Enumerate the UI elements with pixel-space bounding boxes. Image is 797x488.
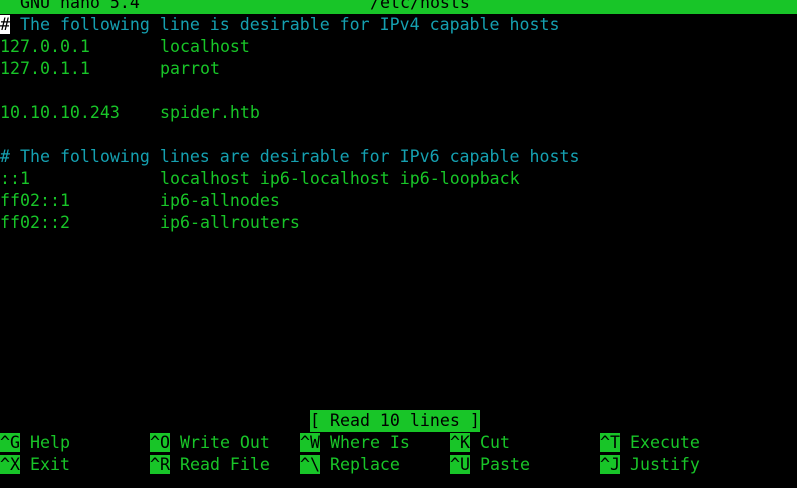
shortcut-label: Write Out	[179, 433, 270, 452]
host-name: ip6-allrouters	[160, 213, 300, 232]
shortcut-read-file[interactable]: ^R Read File	[150, 454, 270, 476]
shortcut-label: Exit	[29, 455, 70, 474]
editor-line-8[interactable]: ::1 localhost ip6-localhost ip6-loopback	[0, 168, 797, 190]
shortcut-key: ^W	[300, 433, 320, 452]
comment-text: The following line is desirable for IPv4…	[10, 15, 560, 34]
shortcut-key: ^K	[450, 433, 470, 452]
shortcut-label: Replace	[329, 455, 400, 474]
shortcut-key: ^R	[150, 455, 170, 474]
shortcut-key: ^J	[600, 455, 620, 474]
shortcut-paste[interactable]: ^U Paste	[450, 454, 530, 476]
shortcut-cut[interactable]: ^K Cut	[450, 432, 510, 454]
editor-line-1[interactable]: # The following line is desirable for IP…	[0, 14, 797, 36]
editor-line-7[interactable]: # The following lines are desirable for …	[0, 146, 797, 168]
editor-line-4[interactable]	[0, 80, 797, 102]
file-name-label: /etc/hosts	[370, 0, 470, 12]
shortcut-label: Read File	[179, 455, 270, 474]
shortcut-execute[interactable]: ^T Execute	[600, 432, 700, 454]
shortcut-key: ^U	[450, 455, 470, 474]
host-name: localhost	[160, 37, 250, 56]
shortcut-label: Justify	[629, 455, 700, 474]
editor-line-3[interactable]: 127.0.1.1 parrot	[0, 58, 797, 80]
title-bar: GNU nano 5.4 /etc/hosts	[0, 0, 797, 14]
host-ip: 127.0.0.1	[0, 37, 90, 56]
host-ip: ::1	[0, 169, 30, 188]
shortcut-label: Help	[29, 433, 70, 452]
host-name: parrot	[160, 59, 220, 78]
shortcut-label: Where Is	[329, 433, 410, 452]
shortcut-label: Execute	[629, 433, 700, 452]
host-name: spider.htb	[160, 103, 260, 122]
shortcut-label: Cut	[479, 433, 510, 452]
shortcut-key: ^\	[300, 455, 320, 474]
host-ip: ff02::2	[0, 213, 70, 232]
app-version-label: GNU nano 5.4	[20, 0, 140, 12]
comment-text: # The following lines are desirable for …	[0, 147, 580, 166]
shortcut-help[interactable]: ^G Help	[0, 432, 70, 454]
editor-line-9[interactable]: ff02::1 ip6-allnodes	[0, 190, 797, 212]
shortcut-write-out[interactable]: ^O Write Out	[150, 432, 270, 454]
host-ip: 10.10.10.243	[0, 103, 120, 122]
shortcut-label: Paste	[479, 455, 530, 474]
host-ip: 127.0.1.1	[0, 59, 90, 78]
shortcut-where-is[interactable]: ^W Where Is	[300, 432, 410, 454]
shortcut-key: ^G	[0, 433, 20, 452]
host-name: ip6-allnodes	[160, 191, 280, 210]
shortcut-key: ^O	[150, 433, 170, 452]
status-message: [ Read 10 lines ]	[310, 410, 480, 432]
editor-line-5[interactable]: 10.10.10.243 spider.htb	[0, 102, 797, 124]
text-cursor: #	[0, 15, 10, 34]
host-name: localhost ip6-localhost ip6-loopback	[160, 169, 520, 188]
shortcut-key: ^X	[0, 455, 20, 474]
editor-line-2[interactable]: 127.0.0.1 localhost	[0, 36, 797, 58]
shortcut-justify[interactable]: ^J Justify	[600, 454, 700, 476]
host-ip: ff02::1	[0, 191, 70, 210]
shortcut-exit[interactable]: ^X Exit	[0, 454, 70, 476]
editor-line-6[interactable]	[0, 124, 797, 146]
shortcut-key: ^T	[600, 433, 620, 452]
editor-line-10[interactable]: ff02::2 ip6-allrouters	[0, 212, 797, 234]
shortcut-replace[interactable]: ^\ Replace	[300, 454, 400, 476]
